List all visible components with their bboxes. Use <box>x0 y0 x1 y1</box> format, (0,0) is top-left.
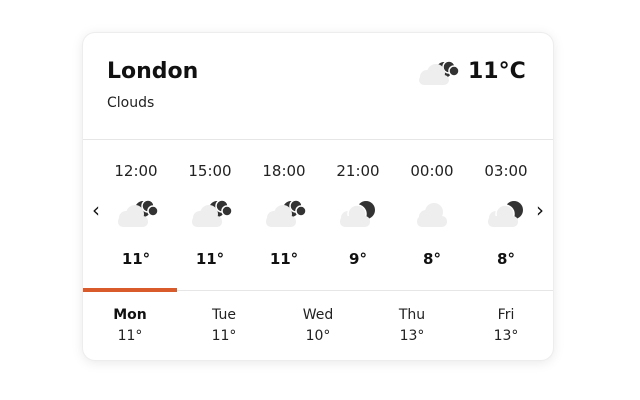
cloud-moon-cloud-icon <box>266 199 307 227</box>
weather-header: London Clouds 11°C <box>83 33 553 140</box>
hour-temp: 11° <box>121 250 151 268</box>
hour-temp: 8° <box>497 250 515 268</box>
day-tab-wed[interactable]: Wed 10° <box>271 291 365 360</box>
daily-forecast-tabs: Mon 11° Tue 11° Wed 10° Thu 13° Fri 13° <box>83 288 553 360</box>
weather-card: London Clouds 11°C ‹ › 12:00 11° 15:00 1… <box>83 33 553 360</box>
hour-temp: 9° <box>349 250 367 268</box>
day-name: Wed <box>302 307 334 323</box>
prev-arrow-icon[interactable]: ‹ <box>88 200 104 220</box>
hour-temp: 8° <box>423 250 441 268</box>
day-temp: 11° <box>117 328 143 344</box>
day-name: Mon <box>113 307 147 323</box>
day-tab-thu[interactable]: Thu 13° <box>365 291 459 360</box>
hour-time: 18:00 <box>262 162 306 180</box>
day-name: Thu <box>398 307 426 323</box>
hour-time: 12:00 <box>114 162 158 180</box>
day-tab-fri[interactable]: Fri 13° <box>459 291 553 360</box>
cloud-icon <box>417 203 447 227</box>
cloud-moon-cloud-icon <box>118 199 159 227</box>
day-temp: 13° <box>399 328 425 344</box>
hour-temp: 11° <box>195 250 225 268</box>
day-name: Tue <box>212 307 236 323</box>
hour-time: 21:00 <box>336 162 380 180</box>
day-temp: 13° <box>493 328 519 344</box>
next-arrow-icon[interactable]: › <box>532 200 548 220</box>
city-name: London <box>107 59 199 84</box>
hour-time: 15:00 <box>188 162 232 180</box>
day-name: Fri <box>497 307 515 323</box>
hour-time: 03:00 <box>484 162 528 180</box>
day-temp: 11° <box>211 328 237 344</box>
hour-temp: 11° <box>269 250 299 268</box>
cloud-moon-icon <box>340 201 375 227</box>
day-tab-mon[interactable]: Mon 11° <box>83 288 177 360</box>
current-temperature: 11°C <box>468 59 526 84</box>
weather-condition: Clouds <box>107 95 155 111</box>
day-temp: 10° <box>305 328 331 344</box>
active-day-indicator <box>83 288 177 292</box>
cloud-moon-cloud-icon <box>192 199 233 227</box>
day-tab-tue[interactable]: Tue 11° <box>177 291 271 360</box>
hourly-forecast: ‹ › 12:00 11° 15:00 11° 18:00 11° 21:00 … <box>83 140 553 290</box>
hour-time: 00:00 <box>410 162 454 180</box>
cloud-moon-icon <box>488 201 523 227</box>
cloud-moon-cloud-icon <box>419 60 460 85</box>
